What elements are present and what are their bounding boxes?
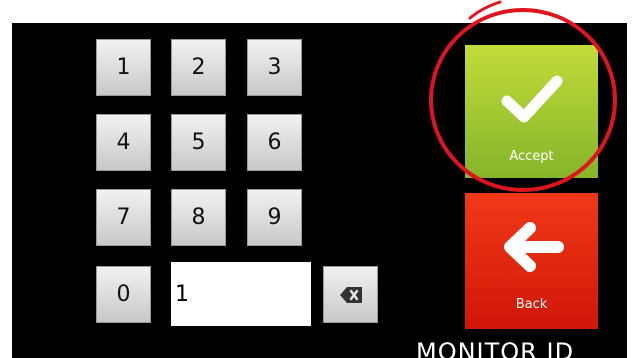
back-button[interactable]: Back <box>465 193 598 329</box>
arrow-left-icon <box>504 222 564 272</box>
key-4[interactable]: 4 <box>96 114 151 171</box>
key-9[interactable]: 9 <box>247 189 302 246</box>
screen-title: MONITOR ID <box>416 338 575 358</box>
accept-button[interactable]: Accept <box>465 45 598 178</box>
backspace-icon <box>339 286 362 303</box>
key-6[interactable]: 6 <box>247 114 302 171</box>
checkmark-icon <box>501 75 563 123</box>
backspace-button[interactable] <box>323 266 378 323</box>
key-8[interactable]: 8 <box>171 189 226 246</box>
back-label: Back <box>515 297 548 312</box>
key-5[interactable]: 5 <box>171 114 226 171</box>
key-3[interactable]: 3 <box>247 39 302 96</box>
key-1[interactable]: 1 <box>96 39 151 96</box>
monitor-id-input[interactable]: 1 <box>171 262 311 326</box>
accept-label: Accept <box>509 149 554 164</box>
device-screen: 1 2 3 4 5 6 7 8 9 0 1 Accept Back MONITO… <box>12 23 627 358</box>
key-0[interactable]: 0 <box>96 266 151 323</box>
key-2[interactable]: 2 <box>171 39 226 96</box>
key-7[interactable]: 7 <box>96 189 151 246</box>
